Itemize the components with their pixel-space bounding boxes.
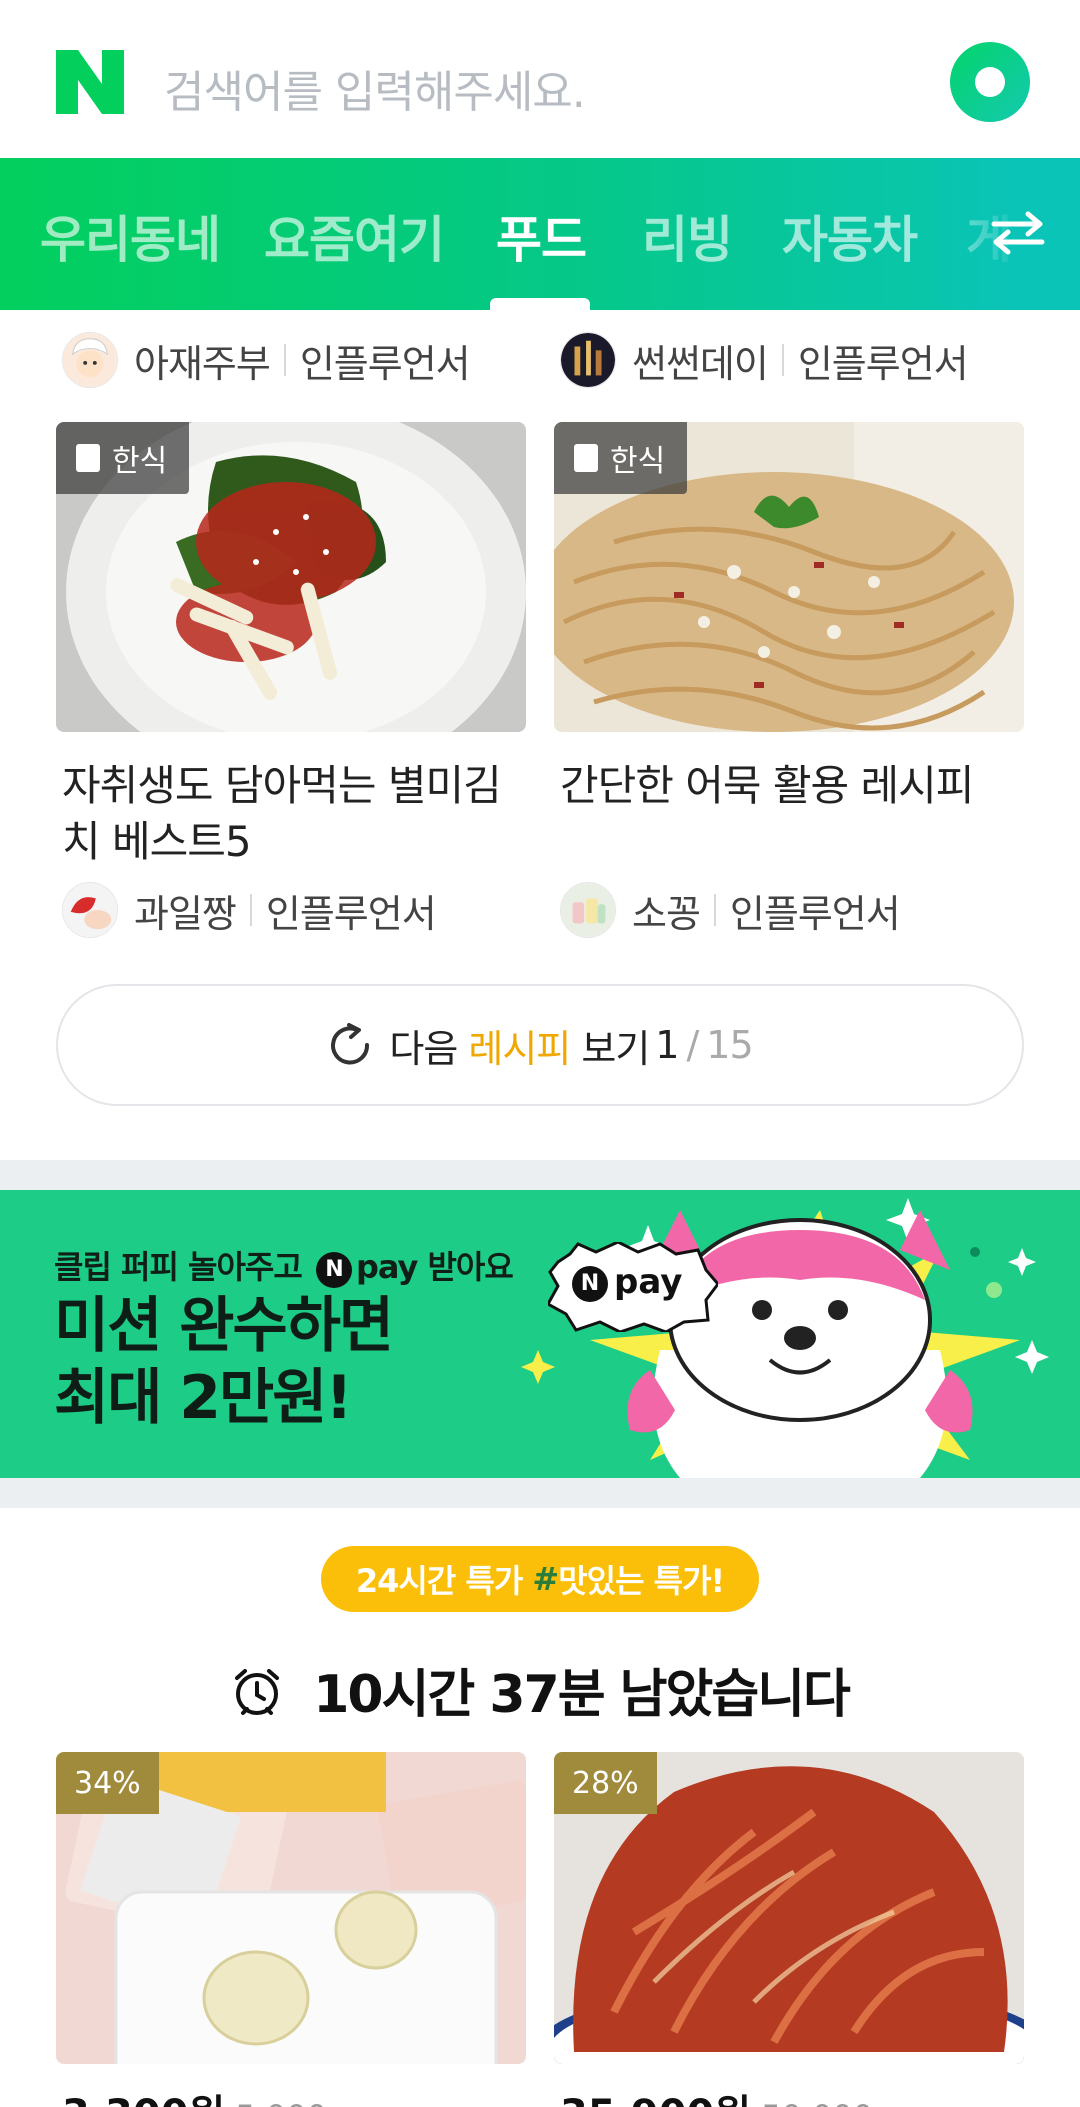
recipe-thumbnail[interactable]: 한식: [56, 422, 526, 732]
category-badge: 한식: [56, 422, 190, 494]
original-price: 50,000: [761, 2098, 873, 2107]
page-total: 15: [706, 1023, 753, 1067]
next-suffix: 보기: [581, 1026, 650, 1071]
green-dot-button[interactable]: [950, 42, 1030, 122]
banner-subtitle: 클립 퍼피 놀아주고 Npay 받아요: [54, 1248, 514, 1288]
discount-badge: 34%: [56, 1752, 159, 1814]
avatar: [560, 332, 616, 388]
section-gap: [0, 1478, 1080, 1508]
avatar: [62, 882, 118, 938]
npay-icon: N: [315, 1252, 352, 1288]
sale-price: 35,900원: [560, 2092, 751, 2107]
avatar: [62, 332, 118, 388]
deal-pill-prefix: 24시간 특가: [355, 1562, 523, 1600]
divider: [713, 894, 716, 926]
divider: [283, 344, 286, 376]
search-input[interactable]: 검색어를 입력해주세요.: [164, 56, 586, 120]
deal-pill-hash: #: [532, 1560, 559, 1598]
author-name: 썬썬데이: [632, 341, 769, 386]
author-row[interactable]: 소꽁 인플루언서: [560, 882, 901, 938]
author-row[interactable]: 썬썬데이 인플루언서: [560, 332, 969, 388]
avatar: [560, 882, 616, 938]
author-role: 인플루언서: [299, 341, 471, 386]
clip-puppy-illustration: [521, 1198, 1049, 1478]
author-row[interactable]: 과일짱 인플루언서: [62, 882, 437, 938]
category-badge: 한식: [554, 422, 688, 494]
author-row[interactable]: 아재주부 인플루언서: [62, 332, 471, 388]
discount-badge: 28%: [554, 1752, 657, 1814]
video-icon: [76, 444, 100, 472]
npay-promo-banner[interactable]: 클립 퍼피 놀아주고 Npay 받아요 미션 완수하면 최대 2만원! Npay: [0, 1190, 1080, 1478]
alarm-clock-icon: [235, 1669, 280, 1715]
section-gap: [0, 1160, 1080, 1190]
page-separator: /: [686, 1023, 699, 1067]
recipe-title[interactable]: 간단한 어묵 활용 레시피: [560, 758, 1030, 814]
npay-badge: Npay: [572, 1262, 682, 1302]
category-tab-bar: 우리동네 요즘여기 푸드 리빙 자동차 게: [0, 158, 1080, 310]
divider: [781, 344, 784, 376]
author-role: 인플루언서: [797, 341, 969, 386]
recipe-title[interactable]: 자취생도 담아먹는 별미김치 베스트5: [62, 758, 532, 870]
banner-headline: 미션 완수하면 최대 2만원!: [54, 1291, 394, 1433]
tab-trending[interactable]: 요즘여기: [264, 200, 445, 272]
author-role: 인플루언서: [265, 891, 437, 936]
countdown-text: 10시간 37분 남았습니다: [313, 1665, 851, 1725]
tab-neighborhood[interactable]: 우리동네: [40, 200, 221, 272]
next-prefix: 다음: [389, 1026, 458, 1071]
author-name: 소꽁: [632, 891, 701, 936]
deal-countdown: 10시간 37분 남았습니다: [0, 1652, 1080, 1727]
tab-food[interactable]: 푸드: [496, 200, 587, 272]
badge-label: 한식: [610, 444, 666, 479]
page-current: 1: [655, 1023, 679, 1067]
top-header: 검색어를 입력해주세요.: [0, 0, 1080, 160]
product-price: 3,300원 5,000: [62, 2082, 327, 2107]
video-icon: [574, 444, 598, 472]
next-highlight: 레시피: [468, 1026, 571, 1071]
author-name: 아재주부: [134, 341, 271, 386]
refresh-icon: [331, 1023, 370, 1065]
tab-living[interactable]: 리빙: [642, 200, 733, 272]
divider: [249, 894, 252, 926]
deal-pill-suffix: 맛있는 특가!: [558, 1562, 725, 1600]
badge-label: 한식: [112, 444, 168, 479]
swap-arrows-icon[interactable]: [990, 208, 1046, 258]
product-thumbnail[interactable]: 28%: [554, 1752, 1024, 2064]
sale-price: 3,300원: [62, 2092, 225, 2107]
original-price: 5,000: [235, 2098, 327, 2107]
naver-logo[interactable]: [56, 50, 124, 114]
active-tab-indicator: [490, 298, 590, 310]
product-thumbnail[interactable]: 34%: [56, 1752, 526, 2064]
tab-car[interactable]: 자동차: [782, 200, 918, 272]
recipe-thumbnail[interactable]: 한식: [554, 422, 1024, 732]
next-recipe-button[interactable]: 다음 레시피 보기 1 / 15: [56, 984, 1024, 1106]
deal-pill[interactable]: 24시간 특가 # 맛있는 특가!: [321, 1546, 759, 1612]
author-role: 인플루언서: [729, 891, 901, 936]
product-price: 35,900원 50,000: [560, 2082, 873, 2107]
author-name: 과일짱: [134, 891, 237, 936]
